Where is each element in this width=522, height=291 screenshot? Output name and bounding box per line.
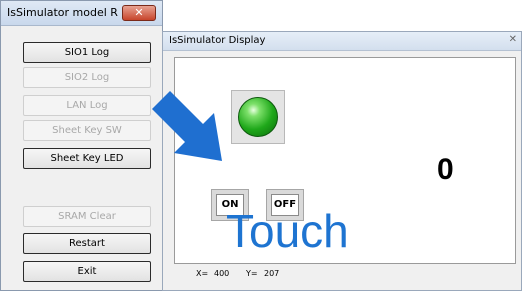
counter-value: 0 xyxy=(437,153,454,186)
touch-annotation: Touch xyxy=(226,205,349,257)
sio1-log-button[interactable]: SIO1 Log xyxy=(23,42,151,63)
display-close-button[interactable]: ✕ xyxy=(509,34,517,45)
x-coordinate: 400 xyxy=(214,269,230,278)
sheet-key-sw-button[interactable]: Sheet Key SW xyxy=(23,120,151,141)
x-label: X= xyxy=(196,269,209,278)
close-window-button[interactable]: ✕ xyxy=(122,5,156,21)
arrow-icon xyxy=(152,91,222,161)
y-coordinate: 207 xyxy=(264,269,280,278)
green-led-icon xyxy=(238,97,278,137)
y-label: Y= xyxy=(246,269,258,278)
sheet-key-led-button[interactable]: Sheet Key LED xyxy=(23,148,151,169)
control-window-titlebar: IsSimulator model R ✕ xyxy=(1,1,162,26)
simulator-control-window: IsSimulator model R ✕ SIO1 Log SIO2 Log … xyxy=(0,0,163,291)
control-window-title: IsSimulator model R xyxy=(7,6,118,19)
display-window-titlebar: IsSimulator Display ✕ xyxy=(163,32,521,51)
lan-log-button[interactable]: LAN Log xyxy=(23,95,151,116)
sio2-log-button[interactable]: SIO2 Log xyxy=(23,67,151,88)
restart-button[interactable]: Restart xyxy=(23,233,151,254)
exit-button[interactable]: Exit xyxy=(23,261,151,282)
led-indicator xyxy=(231,90,285,144)
coordinate-status-bar: X= 400 Y= 207 xyxy=(174,266,516,282)
sram-clear-button[interactable]: SRAM Clear xyxy=(23,206,151,227)
display-window-title: IsSimulator Display xyxy=(169,35,266,46)
